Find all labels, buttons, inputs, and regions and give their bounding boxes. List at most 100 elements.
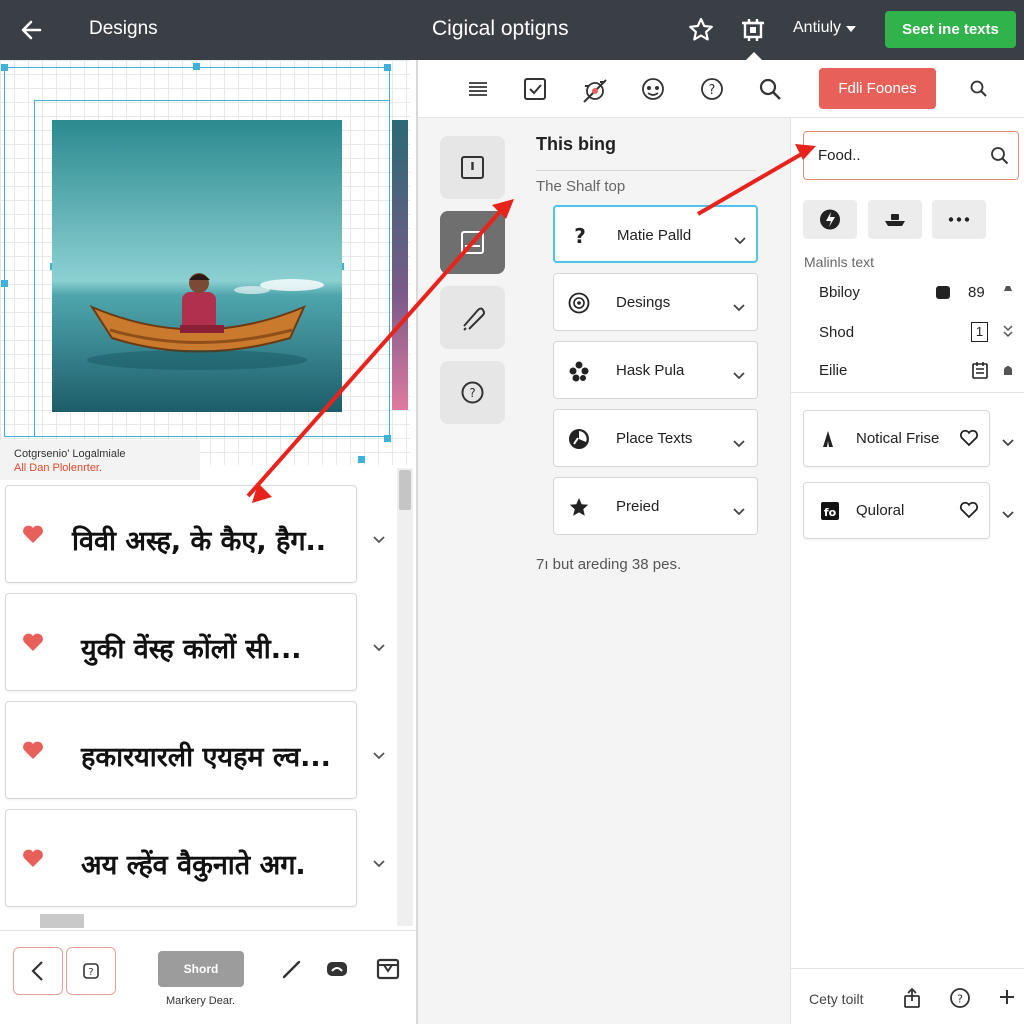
resize-handle[interactable] [1,280,8,287]
pen-icon[interactable] [280,957,304,986]
ship-button[interactable] [868,200,922,239]
heart-icon[interactable] [22,524,44,544]
font-card[interactable]: Notical Frise [803,410,990,467]
font-card[interactable]: fo Quloral [803,482,990,539]
account-dropdown[interactable]: Antiuly [793,19,841,37]
scrollbar-thumb[interactable] [399,470,411,510]
chevron-down-icon[interactable] [734,232,746,245]
set-texts-button[interactable]: Seet ine texts [885,11,1016,48]
chevron-down-icon[interactable] [1002,434,1014,452]
list-item[interactable]: अय ल्हेंव वैकुनाते अग. [5,809,385,907]
svg-text:?: ? [574,225,586,247]
font-row-label[interactable]: Bbiloy [819,284,860,301]
fill-fonts-button[interactable]: Fdli Foones [819,68,936,109]
list-item-text: हकारयारली एयहम ल्व... [81,742,331,773]
resize-handle[interactable] [358,456,365,463]
lightning-button[interactable] [803,200,857,239]
option-preied[interactable]: Preied [553,477,758,535]
chevron-down-icon[interactable] [373,639,385,652]
option-desings[interactable]: Desings [553,273,758,331]
svg-text:?: ? [957,993,963,1006]
chevron-down-icon[interactable] [733,367,745,380]
chevron-down-icon[interactable] [733,435,745,448]
heart-icon[interactable] [22,740,44,760]
font-panel: Food.. Malinls text Bbiloy 89 Shod 1 Eil… [790,118,1024,1024]
option-matie-palld[interactable]: ? Matie Palld [553,205,758,263]
list-item-text: विवी अस्ह, के कैए, हैग.. [72,526,327,557]
resize-handle[interactable] [384,64,391,71]
chevron-down-icon[interactable] [846,26,856,32]
breadcrumb-designs[interactable]: Designs [89,18,158,40]
adjacent-image-preview[interactable] [392,120,408,410]
font-row-label[interactable]: Shod [819,324,854,341]
chevron-down-icon[interactable] [733,503,745,516]
box-icon[interactable] [375,957,401,986]
option-place-texts[interactable]: Place Texts [553,409,758,467]
search-icon[interactable] [990,146,1010,171]
chevron-down-icon[interactable] [373,855,385,868]
font-row-label[interactable]: Eilie [819,362,847,379]
side-tab-layout[interactable] [440,211,505,274]
boat-photo[interactable] [52,120,342,412]
font-card-label: Quloral [856,502,905,519]
help-button[interactable]: ? [66,947,116,995]
chevron-down-icon[interactable] [733,299,745,312]
chevron-down-icon[interactable] [1002,506,1014,524]
list-item[interactable]: युकी वेंस्ह कोंलों सी... [5,593,385,691]
calendar-icon [934,283,952,306]
side-tab-info[interactable] [440,136,505,199]
option-hask-pula[interactable]: Hask Pula [553,341,758,399]
resize-handle[interactable] [384,435,391,442]
svg-text:?: ? [469,386,475,400]
horizontal-scrollbar-thumb[interactable] [40,914,84,928]
search-icon[interactable] [757,76,783,102]
side-tab-draw[interactable] [440,286,505,349]
font-row-value: 1 [971,322,988,342]
chevron-down-icon[interactable] [373,747,385,760]
active-indicator [746,52,762,60]
back-arrow-icon[interactable] [18,16,46,44]
checkbox-icon[interactable] [522,76,548,102]
more-button[interactable] [932,200,986,239]
chevron-double-down-icon[interactable] [1002,324,1014,343]
share-icon[interactable] [901,987,923,1014]
heart-icon[interactable] [22,848,44,868]
bottom-label: Cety toilt [809,991,864,1007]
help-circle-icon[interactable]: ? [699,76,725,102]
font-row-value: 89 [968,284,985,301]
frame-icon[interactable] [738,15,768,45]
results-count: 7ı but areding 38 pes. [536,556,682,573]
heart-outline-icon[interactable] [959,429,979,452]
search-icon[interactable] [969,79,995,105]
chart-circle-icon [568,428,590,450]
pin-icon[interactable] [1001,284,1015,303]
side-tab-settings[interactable]: ? [440,361,505,424]
emoji-icon[interactable]: ? [949,987,971,1014]
heart-icon[interactable] [22,632,44,652]
font-search-input[interactable]: Food.. [803,131,1019,180]
font-badge-icon: fo [820,501,840,526]
section-subtitle: The Shalf top [536,178,626,195]
star-icon[interactable] [686,15,716,45]
divider [791,392,1024,393]
list-item[interactable]: हकारयारली एयहम ल्व... [5,701,385,799]
svg-text:?: ? [709,83,716,98]
hand-icon[interactable] [1001,362,1015,381]
magic-wand-icon[interactable] [580,76,607,103]
options-panel: ? This bing The Shalf top ? Matie Palld … [418,118,790,1024]
cloud-icon[interactable] [325,957,349,986]
chevron-down-icon[interactable] [373,531,385,544]
caption-line: All Dan Plolenrter. [14,462,103,474]
heart-outline-icon[interactable] [959,501,979,524]
flower-icon [568,360,590,382]
sticker-icon[interactable] [640,76,666,102]
plus-icon[interactable] [997,987,1017,1012]
list-item[interactable]: विवी अस्ह, के कैए, हैग.. [5,485,385,583]
list-scrollbar[interactable] [397,468,413,926]
list-icon[interactable] [465,76,491,102]
shord-button[interactable]: Shord [158,951,244,987]
resize-handle[interactable] [1,64,8,71]
arrow-up-icon [820,429,836,454]
back-button[interactable] [13,947,63,995]
resize-handle[interactable] [193,63,200,70]
